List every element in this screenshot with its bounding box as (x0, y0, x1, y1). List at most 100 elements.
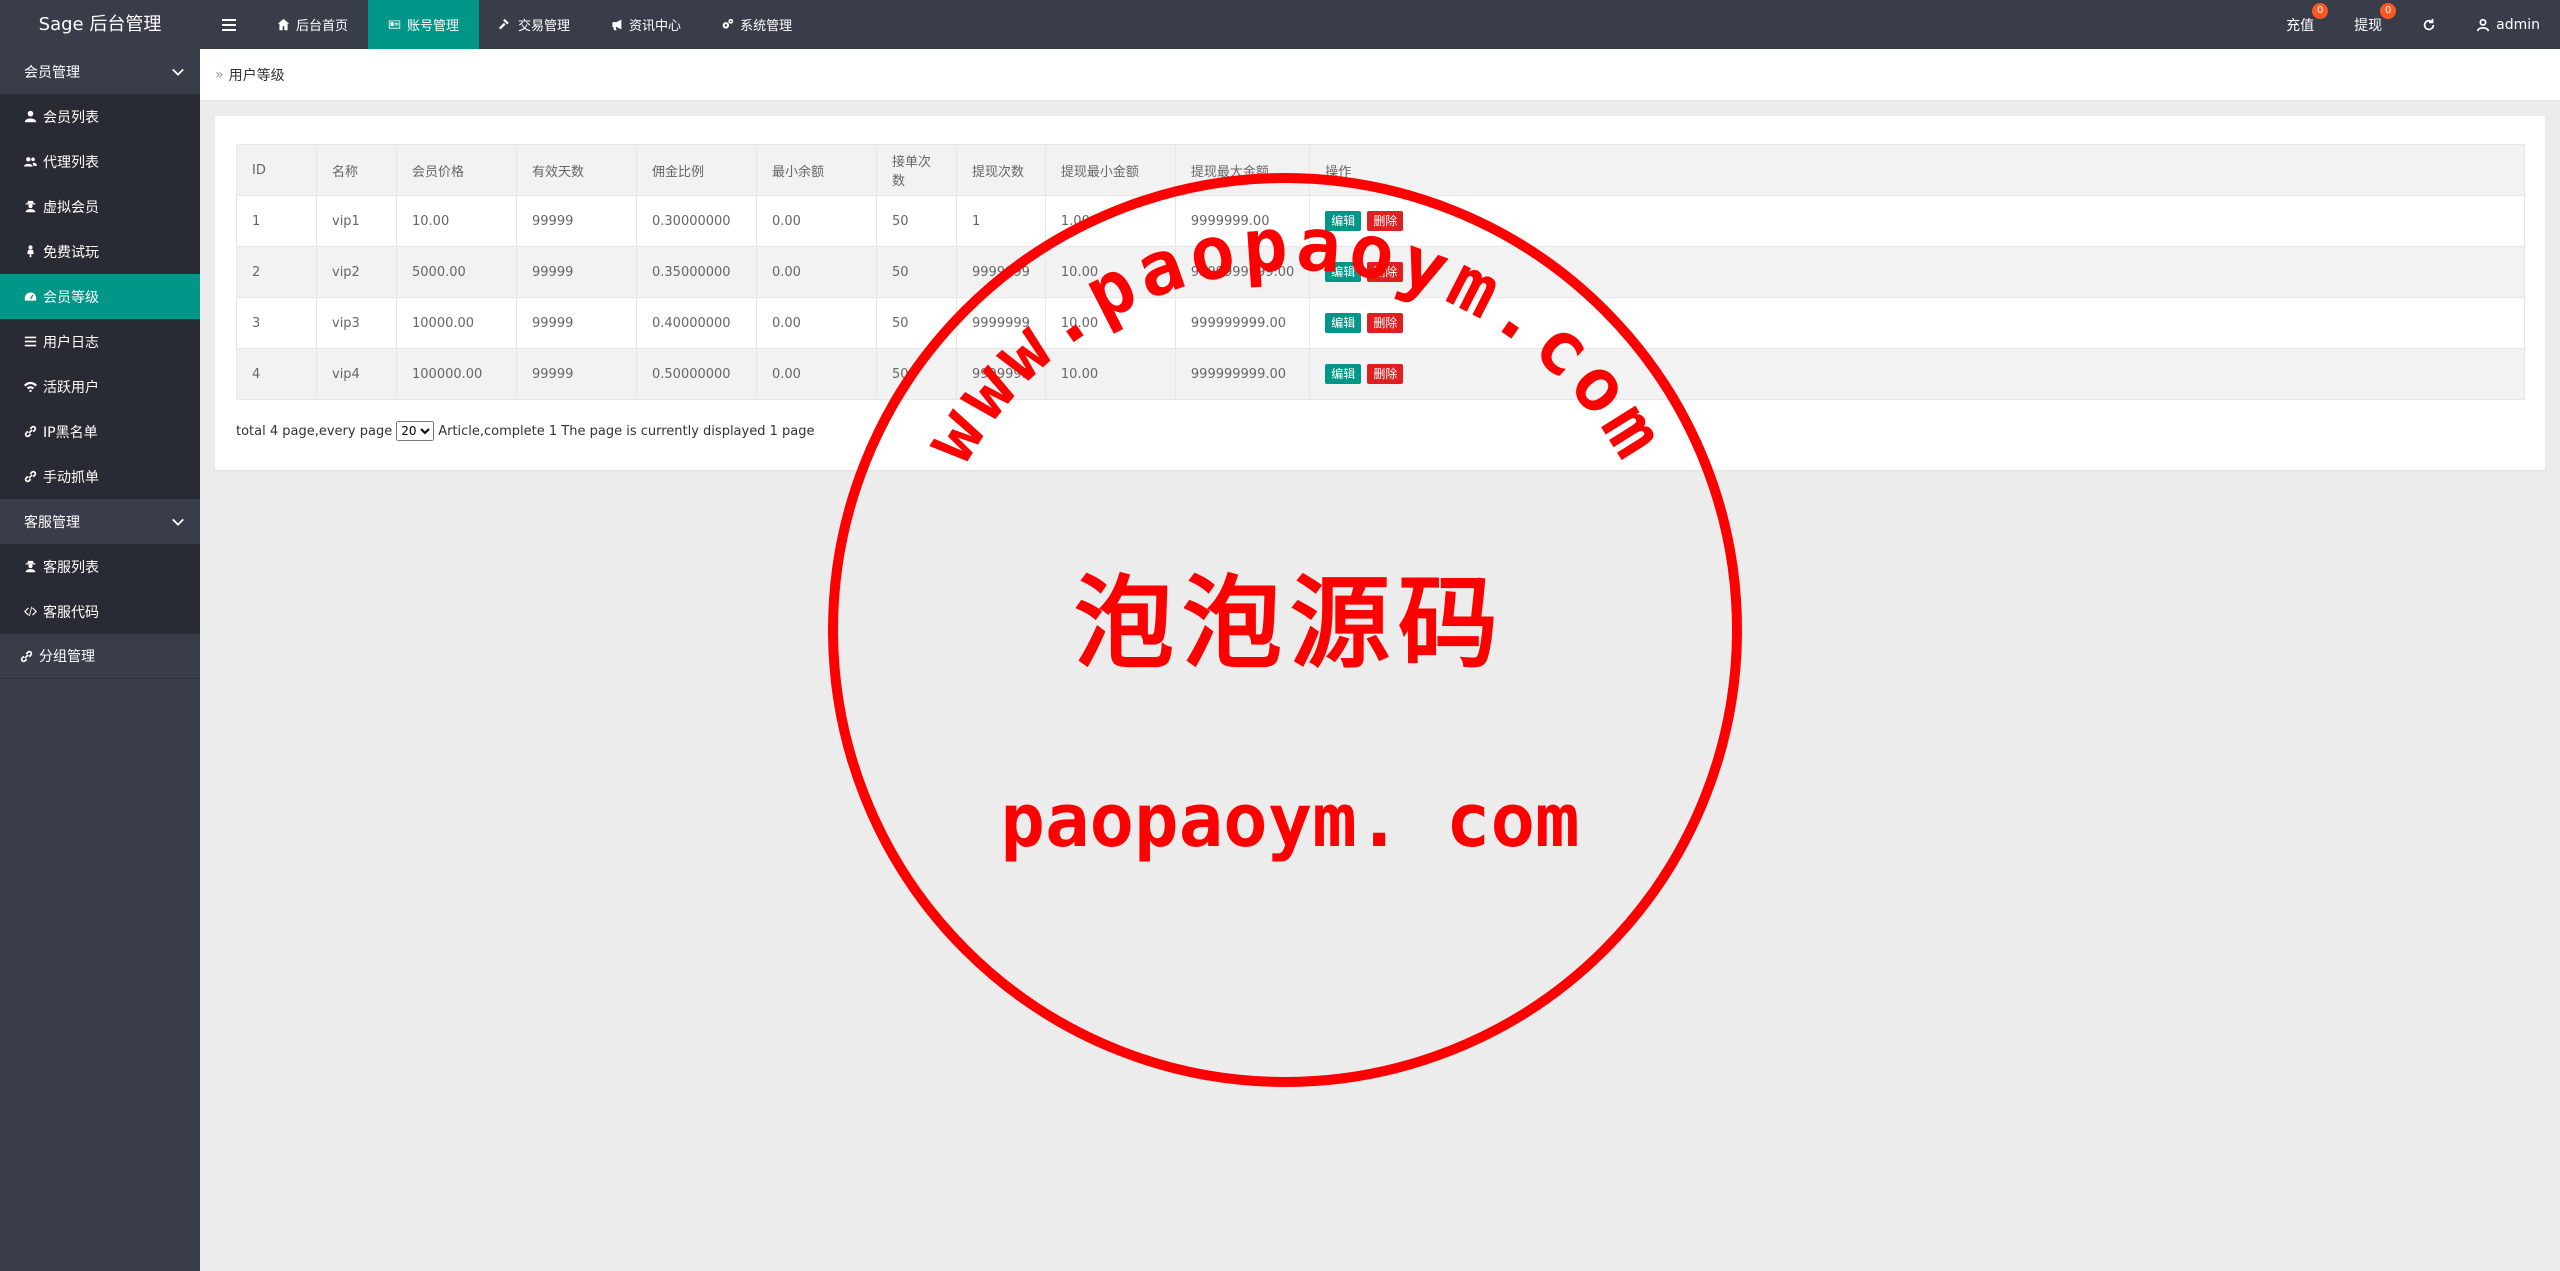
sidebar-item-label: 会员等级 (43, 289, 99, 306)
page-size-select[interactable]: 20 (396, 421, 435, 441)
cell-name: vip2 (316, 246, 397, 298)
cell-min-balance: 0.00 (756, 195, 877, 247)
menu-toggle-button[interactable] (200, 0, 257, 49)
link-icon (24, 470, 37, 483)
breadcrumb-separator-icon: » (215, 66, 224, 83)
topnav-home[interactable]: 后台首页 (257, 0, 368, 49)
refresh-button[interactable] (2402, 0, 2456, 49)
sidebar-group-label: 客服管理 (24, 514, 80, 531)
sidebar: 会员管理 会员列表 代理列表 虚拟会员 免费试玩 会员等级 用户日志 活跃用户 … (0, 49, 200, 1271)
sidebar-item-group-management[interactable]: 分组管理 (0, 634, 200, 679)
sidebar-item-ip-blacklist[interactable]: IP黑名单 (0, 409, 200, 454)
sidebar-item-label: 虚拟会员 (43, 199, 99, 216)
cell-actions: 编辑 删除 (1309, 297, 2525, 349)
col-header: 佣金比例 (636, 144, 757, 196)
edit-button[interactable]: 编辑 (1325, 211, 1362, 231)
user-secret-icon (25, 200, 36, 213)
sidebar-item-virtual-members[interactable]: 虚拟会员 (0, 184, 200, 229)
sidebar-item-free-trial[interactable]: 免费试玩 (0, 229, 200, 274)
col-header: 提现次数 (956, 144, 1046, 196)
topnav-trade[interactable]: 交易管理 (479, 0, 590, 49)
cell-actions: 编辑 删除 (1309, 195, 2525, 247)
sidebar-submenu-service: 客服列表 客服代码 (0, 544, 200, 634)
cell-name: vip1 (316, 195, 397, 247)
delete-button[interactable]: 删除 (1367, 211, 1404, 231)
cell-min-balance: 0.00 (756, 348, 877, 400)
sidebar-item-member-list[interactable]: 会员列表 (0, 94, 200, 139)
cell-withdraw-min: 10.00 (1044, 297, 1176, 349)
cell-actions: 编辑 删除 (1309, 348, 2525, 400)
content-card: ID 名称 会员价格 有效天数 佣金比例 最小余额 接单次数 提现次数 提现最小… (215, 116, 2545, 470)
cell-commission: 0.35000000 (636, 246, 757, 298)
topnav-news[interactable]: 资讯中心 (590, 0, 701, 49)
hamburger-icon (221, 18, 236, 31)
level-table: ID 名称 会员价格 有效天数 佣金比例 最小余额 接单次数 提现次数 提现最小… (236, 144, 2525, 400)
cell-withdraw-min: 10.00 (1044, 246, 1176, 298)
delete-button[interactable]: 删除 (1367, 364, 1404, 384)
stamp-bottom-text: paopaoym. com (1000, 778, 1579, 864)
sidebar-item-agent-list[interactable]: 代理列表 (0, 139, 200, 184)
topnav-system[interactable]: 系统管理 (701, 0, 812, 49)
chevron-up-icon (172, 68, 184, 76)
recharge-label: 充值 (2286, 17, 2315, 34)
cell-days: 99999 (516, 348, 637, 400)
top-nav: 后台首页 账号管理 交易管理 资讯中心 系统管理 (257, 0, 812, 49)
code-icon (24, 606, 37, 617)
sidebar-item-label: 代理列表 (43, 154, 99, 171)
edit-button[interactable]: 编辑 (1325, 313, 1362, 333)
edit-button[interactable]: 编辑 (1325, 364, 1362, 384)
top-right-bar: 充值 0 提现 0 admin (2266, 0, 2560, 49)
cell-id: 3 (236, 297, 317, 349)
sidebar-item-service-list[interactable]: 客服列表 (0, 544, 200, 589)
sidebar-item-active-users[interactable]: 活跃用户 (0, 364, 200, 409)
sidebar-group-service[interactable]: 客服管理 (0, 499, 200, 544)
col-header: 名称 (316, 144, 397, 196)
table-header-row: ID 名称 会员价格 有效天数 佣金比例 最小余额 接单次数 提现次数 提现最小… (236, 144, 2525, 196)
link-icon (24, 425, 37, 438)
sidebar-item-user-log[interactable]: 用户日志 (0, 319, 200, 364)
col-header: 提现最小金额 (1044, 144, 1176, 196)
pagination: total 4 page,every page 20 Article,compl… (236, 421, 814, 441)
sidebar-item-label: 会员列表 (43, 109, 99, 126)
col-header: 提现最大金额 (1174, 144, 1311, 196)
table-row: 3 vip3 10000.00 99999 0.40000000 0.00 50… (236, 297, 2525, 349)
topnav-label: 后台首页 (296, 19, 349, 34)
delete-button[interactable]: 删除 (1367, 313, 1404, 333)
pager-prefix: total 4 page,every page (236, 423, 393, 439)
cell-withdraw-count: 9999999 (956, 348, 1046, 400)
sidebar-group-members[interactable]: 会员管理 (0, 49, 200, 94)
app-logo[interactable]: Sage 后台管理 (0, 0, 200, 49)
stamp-middle-text: 泡泡源码 (1074, 564, 1506, 682)
edit-button[interactable]: 编辑 (1325, 262, 1362, 282)
recharge-button[interactable]: 充值 0 (2266, 0, 2334, 49)
breadcrumb: » 用户等级 (200, 49, 2560, 101)
cell-withdraw-count: 9999999 (956, 246, 1046, 298)
user-menu[interactable]: admin (2456, 0, 2560, 49)
sidebar-item-service-code[interactable]: 客服代码 (0, 589, 200, 634)
bullhorn-icon (612, 19, 622, 31)
female-icon (27, 245, 34, 258)
breadcrumb-current: 用户等级 (228, 67, 285, 84)
sidebar-item-manual-order[interactable]: 手动抓单 (0, 454, 200, 499)
cell-withdraw-count: 1 (956, 195, 1046, 247)
table-row: 1 vip1 10.00 99999 0.30000000 0.00 50 1 … (236, 195, 2525, 247)
cell-withdraw-max: 9999999.00 (1174, 195, 1311, 247)
withdraw-button[interactable]: 提现 0 (2334, 0, 2402, 49)
cell-withdraw-count: 9999999 (956, 297, 1046, 349)
cell-order-count: 50 (876, 195, 957, 247)
pager-suffix: Article,complete 1 The page is currently… (438, 423, 815, 439)
top-header: Sage 后台管理 后台首页 账号管理 交易管理 资讯中心 系统管理 充值 0 (0, 0, 2560, 49)
delete-button[interactable]: 删除 (1367, 262, 1404, 282)
col-header: 会员价格 (396, 144, 517, 196)
withdraw-badge: 0 (2380, 3, 2397, 19)
wifi-icon (24, 381, 37, 393)
sidebar-item-member-level[interactable]: 会员等级 (0, 274, 200, 319)
cell-commission: 0.50000000 (636, 348, 757, 400)
sidebar-item-label: 活跃用户 (43, 379, 99, 396)
cell-min-balance: 0.00 (756, 297, 877, 349)
topnav-account[interactable]: 账号管理 (368, 0, 480, 49)
withdraw-label: 提现 (2354, 17, 2383, 34)
topnav-label: 资讯中心 (629, 19, 682, 34)
cell-withdraw-max: 9999999999.00 (1174, 246, 1311, 298)
col-header: 操作 (1309, 144, 2525, 196)
